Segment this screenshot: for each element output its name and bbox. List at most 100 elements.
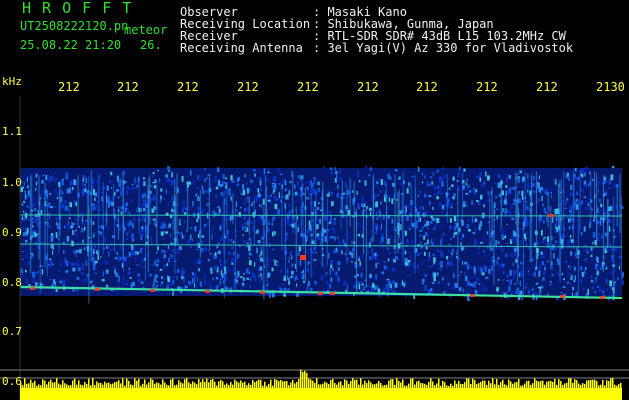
noise-speck	[569, 204, 572, 211]
noise-speck	[297, 227, 299, 233]
activity-bar	[206, 378, 208, 388]
noise-speck	[215, 187, 219, 190]
noise-speck	[457, 172, 460, 178]
noise-speck	[234, 203, 236, 208]
noise-streak	[46, 191, 48, 277]
activity-bar	[192, 381, 194, 388]
activity-bar	[266, 385, 268, 388]
noise-speck	[252, 272, 255, 277]
activity-bar	[600, 384, 602, 388]
noise-speck	[75, 229, 77, 232]
noise-speck	[460, 242, 462, 246]
noise-speck	[161, 257, 164, 259]
activity-bar	[602, 379, 604, 388]
noise-speck	[287, 277, 290, 281]
noise-speck	[84, 184, 86, 186]
noise-speck	[219, 280, 222, 285]
noise-speck	[508, 188, 510, 192]
noise-speck	[464, 272, 467, 276]
noise-speck	[197, 206, 200, 211]
noise-speck	[25, 240, 28, 243]
noise-speck	[315, 251, 318, 254]
noise-speck	[440, 252, 444, 258]
noise-speck	[575, 246, 578, 251]
noise-speck	[119, 187, 123, 192]
noise-speck	[563, 280, 566, 282]
noise-speck	[299, 259, 302, 266]
noise-streak	[176, 173, 178, 243]
noise-speck	[99, 177, 102, 183]
noise-speck	[471, 200, 474, 205]
activity-bar	[326, 382, 328, 388]
activity-bar	[590, 379, 592, 388]
noise-speck	[166, 263, 169, 267]
noise-speck	[609, 244, 612, 247]
noise-speck	[200, 176, 202, 181]
noise-speck	[258, 250, 262, 252]
activity-bar	[180, 382, 182, 388]
noise-speck	[290, 224, 292, 226]
noise-speck	[329, 281, 332, 284]
noise-speck	[539, 175, 541, 179]
noise-speck	[584, 257, 587, 262]
noise-streak	[491, 187, 493, 252]
noise-speck	[114, 192, 116, 196]
noise-speck	[171, 249, 173, 252]
noise-speck	[374, 259, 377, 261]
activity-bar	[380, 383, 382, 388]
activity-bar	[142, 383, 144, 388]
noise-speck	[125, 238, 128, 240]
noise-speck	[379, 227, 381, 232]
noise-speck	[478, 224, 481, 231]
noise-speck	[93, 248, 95, 255]
noise-speck	[306, 196, 308, 200]
activity-bar	[456, 383, 458, 388]
noise-speck	[274, 183, 277, 189]
noise-streak	[281, 186, 283, 251]
noise-speck	[308, 220, 311, 226]
noise-speck	[189, 281, 192, 286]
activity-bar	[254, 382, 256, 388]
noise-speck	[237, 270, 240, 277]
noise-speck	[246, 277, 250, 280]
noise-speck	[169, 233, 171, 238]
activity-bar	[406, 385, 408, 388]
noise-speck	[585, 207, 589, 210]
noise-speck	[618, 255, 621, 258]
noise-speck	[286, 257, 289, 261]
noise-speck	[132, 240, 135, 243]
activity-bar	[280, 380, 282, 388]
noise-speck	[417, 253, 419, 257]
noise-speck	[150, 217, 152, 222]
noise-speck	[605, 278, 608, 284]
noise-speck	[480, 185, 484, 188]
noise-streak	[616, 185, 618, 227]
activity-bar	[90, 385, 92, 388]
noise-speck	[441, 210, 443, 215]
noise-speck	[441, 205, 445, 209]
activity-bar	[416, 381, 418, 388]
noise-speck	[170, 179, 174, 186]
activity-bar	[230, 382, 232, 388]
noise-speck	[21, 244, 24, 247]
noise-speck	[192, 179, 195, 185]
noise-speck	[472, 232, 475, 234]
activity-bar	[98, 382, 100, 388]
activity-bar	[468, 378, 470, 388]
activity-bar	[252, 380, 254, 388]
noise-speck	[456, 256, 458, 259]
activity-bar	[616, 385, 618, 388]
noise-speck	[112, 180, 115, 183]
noise-speck	[365, 166, 368, 169]
noise-speck	[119, 173, 121, 180]
noise-speck	[201, 240, 203, 245]
noise-speck	[570, 212, 573, 216]
noise-speck	[298, 193, 300, 199]
noise-speck	[545, 212, 547, 214]
noise-speck	[525, 204, 528, 211]
noise-speck	[494, 182, 496, 184]
noise-speck	[235, 201, 237, 208]
activity-bar	[64, 383, 66, 388]
activity-bar	[366, 383, 368, 388]
activity-bar	[126, 378, 128, 388]
